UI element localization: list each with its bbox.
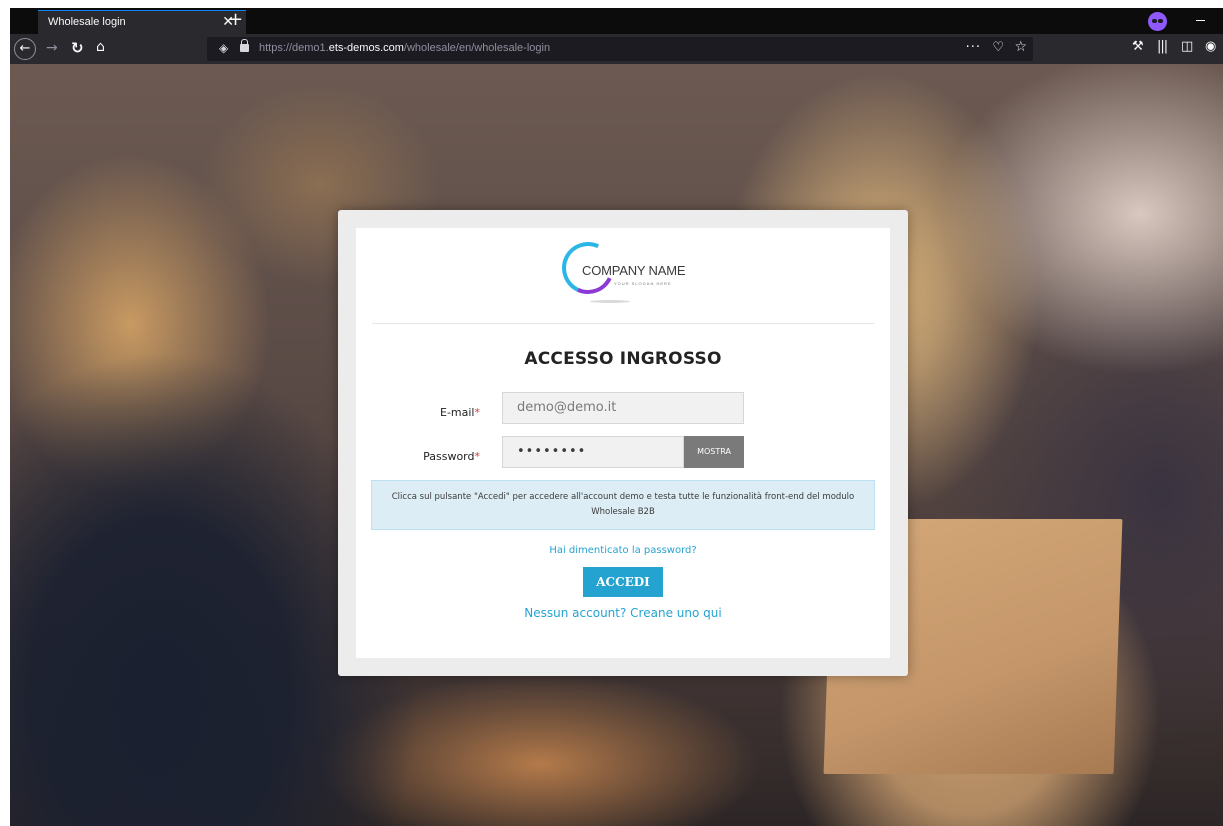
reload-icon[interactable]: ↻ — [71, 39, 84, 57]
sidebar-icon[interactable]: ◫ — [1181, 39, 1193, 54]
forward-icon[interactable]: → — [46, 40, 58, 56]
password-field[interactable]: •••••••• — [502, 436, 684, 468]
password-label-text: Password — [423, 450, 475, 463]
url-prefix: https://demo1. — [259, 42, 329, 54]
divider — [372, 323, 874, 324]
create-account-link[interactable]: Nessun account? Creane uno qui — [356, 606, 890, 620]
browser-window: Wholesale login ✕ + ← → ↻ ⌂ ◈ https://de… — [10, 8, 1223, 826]
url-domain: ets-demos.com — [328, 42, 404, 54]
tab-title: Wholesale login — [48, 16, 126, 28]
page-viewport: COMPANY NAME YOUR SLOGAN HERE ACCESSO IN… — [10, 64, 1223, 826]
page-title: ACCESSO INGROSSO — [524, 349, 722, 369]
logo-shadow — [590, 300, 630, 303]
address-bar[interactable]: ◈ https://demo1.ets-demos.com/wholesale/… — [207, 37, 1033, 61]
back-icon[interactable]: ← — [14, 38, 36, 60]
pocket-icon[interactable]: ♡ — [992, 40, 1004, 55]
url-path: /wholesale/en/wholesale-login — [403, 42, 551, 54]
lock-icon[interactable] — [240, 39, 249, 52]
required-mark: * — [474, 450, 481, 463]
login-panel: COMPANY NAME YOUR SLOGAN HERE ACCESSO IN… — [356, 228, 890, 658]
password-label: Password* — [360, 450, 480, 463]
info-alert: Clicca sul pulsante "Accedi" per acceder… — [371, 480, 875, 530]
email-label: E-mail* — [360, 406, 480, 419]
minimize-window-icon[interactable] — [1196, 20, 1205, 21]
tools-icon[interactable]: ⚒ — [1132, 39, 1144, 54]
login-modal: COMPANY NAME YOUR SLOGAN HERE ACCESSO IN… — [338, 210, 908, 676]
private-browsing-icon — [1148, 12, 1167, 31]
navigation-toolbar: ← → ↻ ⌂ ◈ https://demo1.ets-demos.com/wh… — [10, 34, 1223, 64]
logo-slogan: YOUR SLOGAN HERE — [614, 281, 672, 286]
login-button[interactable]: ACCEDI — [583, 567, 663, 597]
company-logo: COMPANY NAME YOUR SLOGAN HERE — [554, 234, 686, 306]
forgot-password-link[interactable]: Hai dimenticato la password? — [356, 545, 890, 556]
required-mark: * — [474, 406, 481, 419]
page-actions-icon[interactable]: ··· — [966, 40, 981, 55]
new-tab-icon[interactable]: + — [228, 10, 243, 30]
show-password-button[interactable]: MOSTRA — [684, 436, 744, 468]
account-icon[interactable]: ◉ — [1205, 39, 1216, 54]
shield-icon[interactable]: ◈ — [219, 41, 228, 55]
email-field[interactable]: demo@demo.it — [502, 392, 744, 424]
tab-strip: Wholesale login ✕ + — [10, 8, 1223, 34]
tab-wholesale-login[interactable]: Wholesale login ✕ — [38, 10, 246, 34]
email-label-text: E-mail — [440, 406, 475, 419]
url-text[interactable]: https://demo1.ets-demos.com/wholesale/en… — [259, 42, 550, 54]
logo-company-name: COMPANY NAME — [582, 263, 686, 278]
home-icon[interactable]: ⌂ — [96, 39, 105, 55]
library-icon[interactable]: ||| — [1157, 39, 1168, 54]
bookmark-star-icon[interactable]: ☆ — [1014, 39, 1027, 55]
